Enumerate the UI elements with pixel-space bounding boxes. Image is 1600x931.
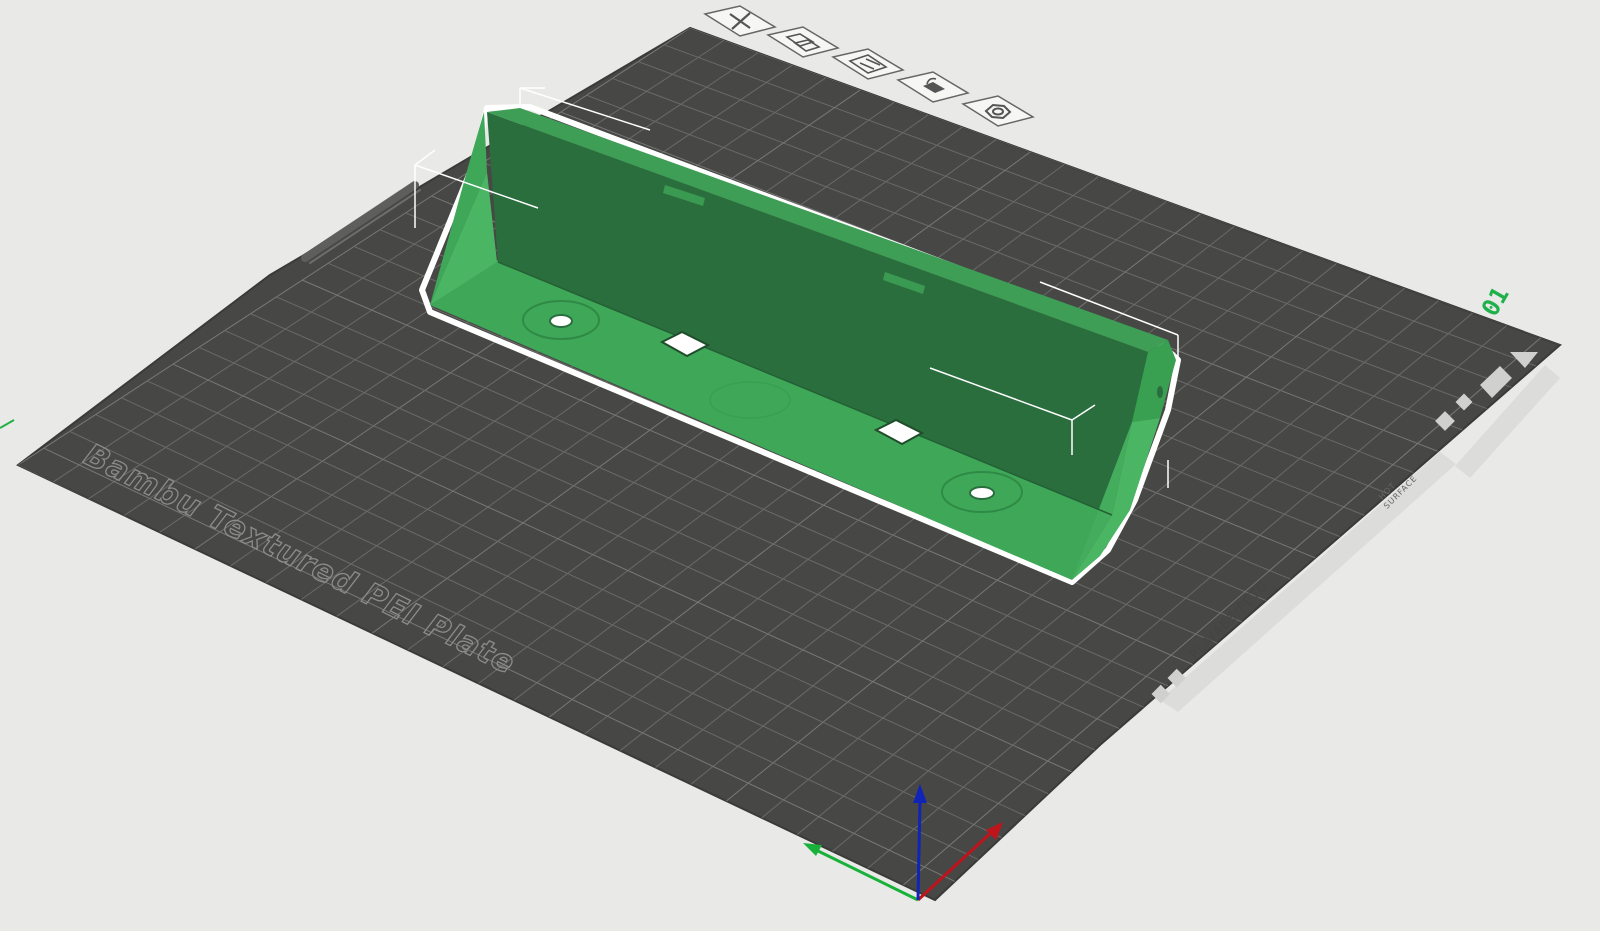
lock-plate-button[interactable] xyxy=(896,71,970,103)
plate-number-text: 01 xyxy=(1476,282,1515,321)
orient-plate-button[interactable] xyxy=(831,48,905,80)
3d-viewport[interactable]: Bambu Textured PEI Plate 01 PLA/ABS/PETG… xyxy=(0,0,1600,931)
delete-plate-button[interactable] xyxy=(703,5,777,37)
plate-number: 01 xyxy=(1476,282,1515,321)
arrange-plate-button[interactable] xyxy=(766,26,840,58)
plate-settings-button[interactable] xyxy=(961,95,1035,127)
z-axis xyxy=(916,799,922,901)
left-edge-marker xyxy=(0,419,15,429)
